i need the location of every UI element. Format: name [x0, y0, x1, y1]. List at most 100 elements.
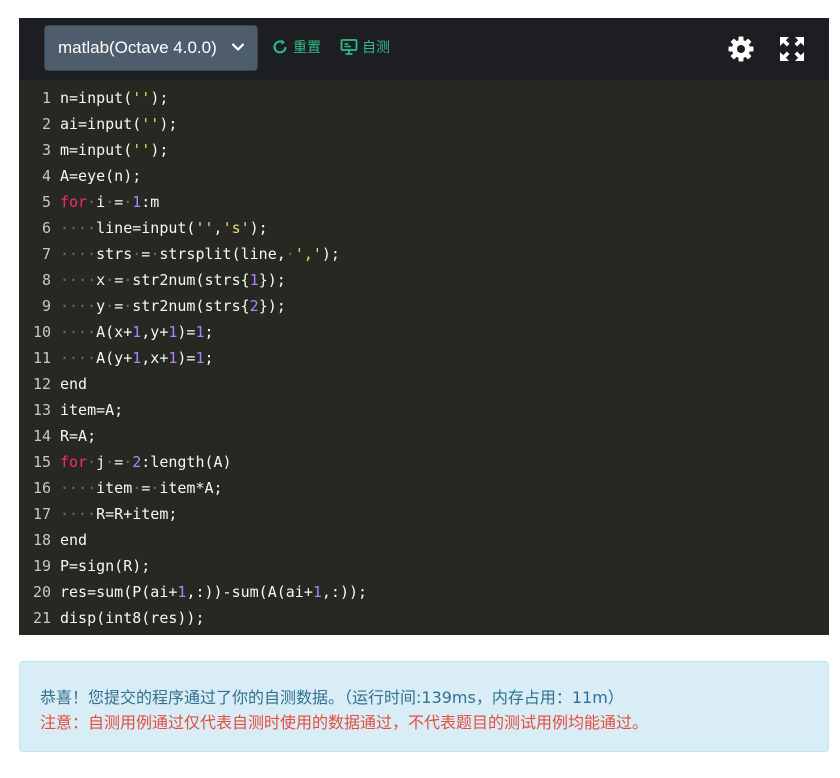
code-token: 1 [195, 349, 205, 367]
code-token: · [123, 453, 133, 471]
code-token: y [96, 297, 106, 315]
code-token: A=eye(n); [60, 167, 142, 185]
code-token: · [123, 271, 133, 289]
code-token: 1 [249, 271, 259, 289]
code-text: disp(int8(res)); [60, 605, 205, 631]
line-number: 3 [41, 141, 51, 159]
language-select[interactable]: matlab(Octave 4.0.0) [44, 25, 258, 71]
line-number: 5 [41, 193, 51, 211]
code-token: ,:))-sum(A(ai+ [186, 583, 313, 601]
code-line: 2 ai=input(''); [19, 111, 829, 137]
code-line: 14 R=A; [19, 423, 829, 449]
code-token: x [96, 271, 106, 289]
code-line: 5 for·i·=·1:m [19, 189, 829, 215]
code-token: ); [159, 115, 178, 133]
line-number: 1 [41, 89, 51, 107]
code-token: item=A; [60, 401, 124, 419]
code-token: ,:)); [321, 583, 368, 601]
code-token: :m [141, 193, 160, 211]
code-token: 's' [222, 219, 250, 237]
line-number: 10 [32, 323, 51, 341]
line-number: 17 [32, 505, 51, 523]
code-line: 13 item=A; [19, 397, 829, 423]
code-token: line=input( [96, 219, 196, 237]
code-token: · [285, 245, 295, 263]
code-token: · [105, 271, 115, 289]
code-token: ···· [60, 349, 97, 367]
code-token: ···· [60, 297, 97, 315]
code-line: 17 ····R=R+item; [19, 501, 829, 527]
code-line: 10 ····A(x+1,y+1)=1; [19, 319, 829, 345]
code-token: '' [195, 219, 214, 237]
code-token: · [105, 193, 115, 211]
code-text: ai=input(''); [60, 111, 177, 137]
code-token: strs [96, 245, 133, 263]
code-text: ····R=R+item; [60, 501, 177, 527]
code-token: = [141, 479, 151, 497]
code-token: end [60, 531, 88, 549]
code-token: res=sum(P(ai+ [60, 583, 178, 601]
code-token: str2num(strs{ [132, 271, 250, 289]
code-token: strsplit(line, [159, 245, 286, 263]
line-number: 12 [32, 375, 51, 393]
code-token: i [96, 193, 106, 211]
code-token: · [123, 193, 133, 211]
code-text: ····y·=·str2num(strs{2}); [60, 293, 286, 319]
code-token: n=input( [60, 89, 133, 107]
reset-button[interactable]: 重置 [271, 35, 321, 59]
gear-icon[interactable] [727, 35, 755, 63]
code-token: = [114, 297, 124, 315]
reset-icon [273, 39, 287, 54]
code-line: 7 ····strs·=·strsplit(line,·','); [19, 241, 829, 267]
code-token: m=input( [60, 141, 133, 159]
code-token: ); [150, 89, 169, 107]
code-token: ); [249, 219, 268, 237]
code-token: ,x+ [141, 349, 169, 367]
code-token: item*A; [159, 479, 223, 497]
code-token: 1 [132, 323, 142, 341]
code-token: ',' [294, 245, 322, 263]
code-token: · [132, 245, 142, 263]
code-token: ; [204, 323, 214, 341]
expand-icon[interactable] [778, 35, 806, 63]
code-token: str2num(strs{ [132, 297, 250, 315]
code-token: · [87, 453, 97, 471]
code-text: P=sign(R); [60, 553, 150, 579]
code-token: ai=input( [60, 115, 142, 133]
code-token: = [114, 453, 124, 471]
code-area[interactable]: 1 n=input(''); 2 ai=input(''); 3 m=input('');… [19, 85, 829, 631]
code-token: = [114, 193, 124, 211]
self-test-label: 自测 [362, 40, 390, 56]
code-token: '' [132, 89, 151, 107]
code-text: ····item·=·item*A; [60, 475, 223, 501]
code-line: 11 ····A(y+1,x+1)=1; [19, 345, 829, 371]
line-number: 11 [32, 349, 51, 367]
code-token: · [105, 297, 115, 315]
success-message: 恭喜！您提交的程序通过了你的自测数据。（运行时间:139ms，内存占用：11m） [40, 688, 624, 707]
code-token: disp(int8(res)); [60, 609, 205, 627]
code-token: for [60, 453, 88, 471]
monitor-icon [340, 39, 358, 55]
self-test-button[interactable]: 自测 [340, 35, 390, 59]
code-token: 2 [249, 297, 259, 315]
code-token: item [96, 479, 133, 497]
code-text: ····x·=·str2num(strs{1}); [60, 267, 286, 293]
code-line: 15 for·j·=·2:length(A) [19, 449, 829, 475]
line-number: 13 [32, 401, 51, 419]
code-text: ····line=input('','s'); [60, 215, 268, 241]
code-token: '' [132, 141, 151, 159]
code-text: ····strs·=·strsplit(line,·','); [60, 241, 340, 267]
code-line: 6 ····line=input('','s'); [19, 215, 829, 241]
code-token: }); [258, 297, 286, 315]
code-token: · [150, 245, 160, 263]
line-number: 7 [41, 245, 51, 263]
code-editor[interactable]: matlab(Octave 4.0.0) 重置 自测 1 n=input('')… [19, 18, 829, 635]
code-token: '' [141, 115, 160, 133]
code-line: 1 n=input(''); [19, 85, 829, 111]
code-line: 18 end [19, 527, 829, 553]
code-token: ···· [60, 219, 97, 237]
code-text: ····A(y+1,x+1)=1; [60, 345, 214, 371]
code-text: res=sum(P(ai+1,:))-sum(A(ai+1,:)); [60, 579, 367, 605]
line-number: 15 [32, 453, 51, 471]
line-number: 2 [41, 115, 51, 133]
